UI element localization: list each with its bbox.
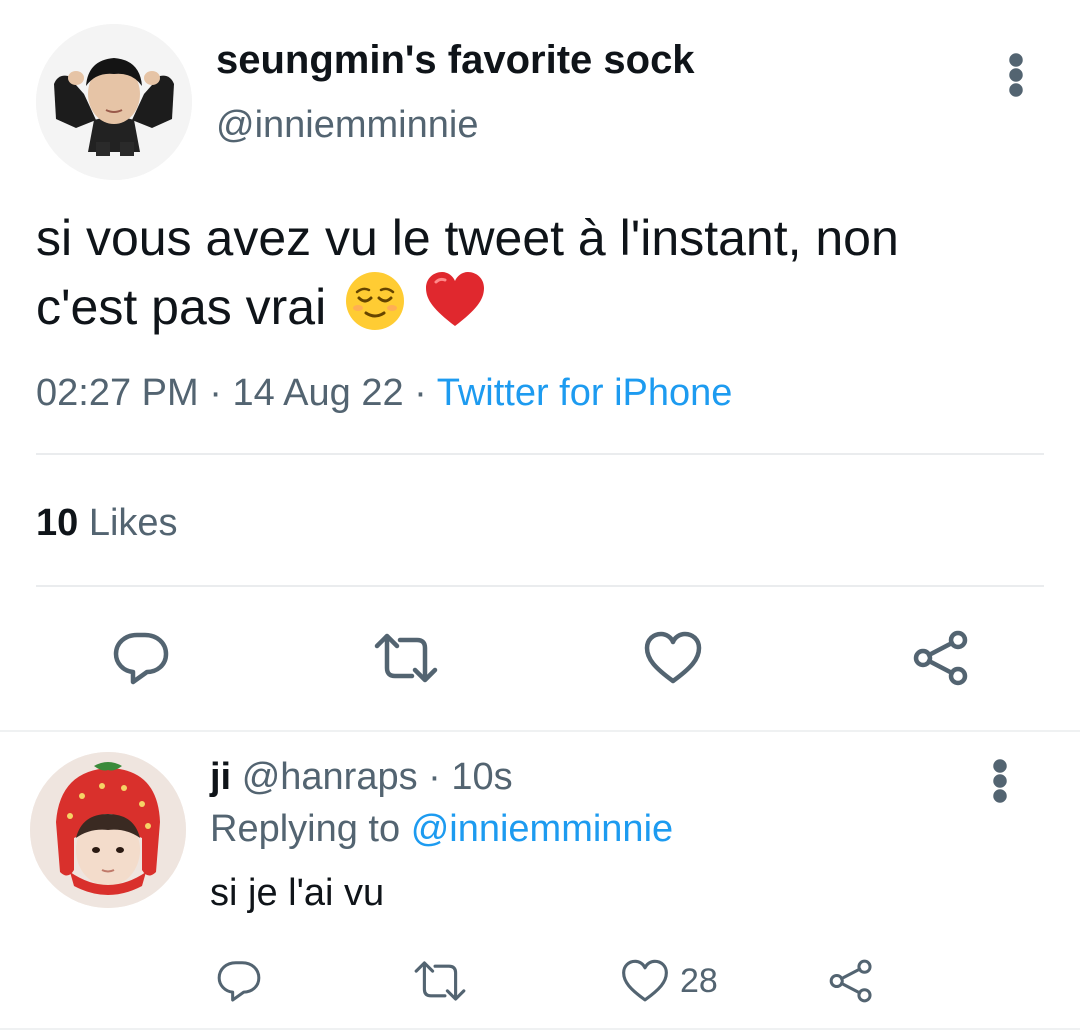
like-icon: [622, 959, 668, 1002]
tweet-meta: 02:27 PM · 14 Aug 22 · Twitter for iPhon…: [36, 372, 732, 415]
author-handle[interactable]: @inniemminnie: [216, 104, 478, 147]
tweet-date: 14 Aug 22: [232, 372, 404, 414]
author-display-name[interactable]: seungmin's favorite sock: [216, 38, 695, 83]
share-icon[interactable]: [906, 626, 976, 690]
author-avatar[interactable]: [36, 24, 192, 180]
relieved-face-emoji: [344, 270, 406, 347]
separator-dot: ·: [414, 372, 427, 414]
reply-icon[interactable]: [212, 954, 266, 1008]
more-options-icon[interactable]: [996, 52, 1036, 98]
tweet-time: 02:27 PM: [36, 372, 199, 414]
divider: [0, 1028, 1080, 1030]
separator-dot: ·: [209, 372, 222, 414]
retweet-icon[interactable]: [370, 626, 442, 690]
reply-author-handle[interactable]: @hanraps: [242, 756, 418, 798]
tweet-text: si vous avez vu le tweet à l'instant, no…: [36, 206, 1036, 347]
reply-icon[interactable]: [106, 626, 176, 690]
likes-count: 10: [36, 502, 79, 544]
reply-text: si je l'ai vu: [210, 872, 385, 914]
reply-author-avatar[interactable]: [30, 752, 186, 908]
red-heart-emoji: [424, 270, 486, 347]
retweet-icon[interactable]: [410, 954, 470, 1008]
reply-header: ji @hanraps · 10s: [210, 756, 513, 799]
replying-to: Replying to @inniemminnie: [210, 808, 673, 851]
replying-to-mention[interactable]: @inniemminnie: [411, 808, 673, 850]
tweet-source-link[interactable]: Twitter for iPhone: [437, 372, 733, 414]
tweet-text-line: si vous avez vu le tweet à l'instant, no…: [36, 210, 899, 266]
share-icon[interactable]: [824, 954, 878, 1008]
likes-stat[interactable]: 10 Likes: [36, 502, 178, 545]
likes-label: Likes: [88, 502, 178, 544]
reply-time: 10s: [451, 756, 513, 798]
more-options-icon[interactable]: [980, 758, 1020, 804]
reply-like-count: 28: [680, 961, 718, 1000]
separator-dot: ·: [428, 756, 441, 798]
divider: [0, 730, 1080, 732]
replying-to-label: Replying to: [210, 808, 401, 850]
divider: [36, 585, 1044, 587]
reply-author-name[interactable]: ji: [210, 756, 231, 798]
like-icon[interactable]: [638, 626, 708, 690]
avatar-image: [30, 752, 186, 908]
avatar-image: [36, 24, 192, 180]
like-button[interactable]: 28: [620, 954, 740, 1008]
divider: [36, 453, 1044, 455]
tweet-text-line: c'est pas vrai: [36, 270, 1036, 347]
